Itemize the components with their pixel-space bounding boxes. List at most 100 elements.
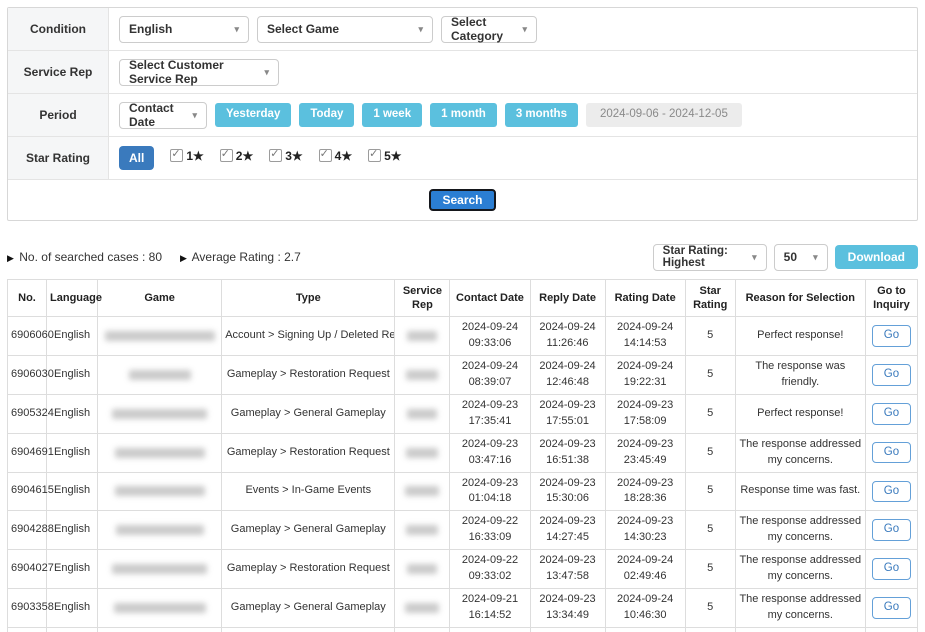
cell-game — [98, 433, 222, 472]
cell-contact-date: 2024-09-2408:39:07 — [450, 355, 530, 394]
one-month-button[interactable]: 1 month — [430, 103, 497, 127]
cell-go-to-inquiry: Go — [865, 550, 917, 589]
cell-rating-date: 2024-09-2317:58:09 — [605, 394, 685, 433]
chevron-down-icon: ▾ — [752, 252, 757, 263]
cell-contact-date: 2024-09-2209:33:02 — [450, 550, 530, 589]
checkbox-checked-icon — [368, 149, 381, 162]
one-week-button[interactable]: 1 week — [362, 103, 422, 127]
cell-rating-date: 2024-09-2402:49:46 — [605, 550, 685, 589]
chevron-down-icon: ▾ — [234, 24, 239, 35]
star-checkbox-option[interactable]: 5★ — [368, 149, 401, 163]
cell-no: 6904288 — [8, 511, 47, 550]
cell-type: Gameplay > General Gameplay — [222, 589, 395, 628]
redacted-blur — [115, 486, 205, 496]
service-rep-content: Select Customer Service Rep ▾ — [109, 51, 917, 93]
service-rep-select[interactable]: Select Customer Service Rep ▾ — [119, 59, 279, 86]
three-months-button[interactable]: 3 months — [505, 103, 578, 127]
cell-reason: Response time was fast. — [735, 472, 865, 511]
table-row: 6904615EnglishEvents > In-Game Events202… — [8, 472, 918, 511]
category-select[interactable]: Select Category ▾ — [441, 16, 537, 43]
cell-service-rep — [395, 550, 450, 589]
header-reply-date: Reply Date — [530, 280, 605, 317]
cell-language: English — [47, 355, 98, 394]
game-select[interactable]: Select Game ▾ — [257, 16, 433, 43]
star-checkbox-group: 1★ 2★ 3★ 4★ 5★ — [170, 149, 417, 168]
cell-empty — [865, 628, 917, 632]
cell-type: Gameplay > Restoration Request — [222, 355, 395, 394]
service-rep-select-value: Select Customer Service Rep — [129, 58, 259, 86]
go-button[interactable]: Go — [872, 597, 911, 619]
go-button[interactable]: Go — [872, 519, 911, 541]
chevron-down-icon: ▾ — [813, 252, 818, 263]
checkbox-checked-icon — [319, 149, 332, 162]
page-size-select[interactable]: 50 ▾ — [774, 244, 828, 271]
star-checkbox-option[interactable]: 1★ — [170, 149, 203, 163]
cell-rating-date: 2024-09-2410:46:30 — [605, 589, 685, 628]
go-button[interactable]: Go — [872, 364, 911, 386]
table-row: 6904691EnglishGameplay > Restoration Req… — [8, 433, 918, 472]
results-summary: ▶ No. of searched cases : 80 ▶ Average R… — [7, 250, 301, 264]
today-button[interactable]: Today — [299, 103, 354, 127]
header-game: Game — [98, 280, 222, 317]
language-select[interactable]: English ▾ — [119, 16, 249, 43]
go-button[interactable]: Go — [872, 325, 911, 347]
go-button[interactable]: Go — [872, 442, 911, 464]
go-button[interactable]: Go — [872, 558, 911, 580]
table-row: 6903358EnglishGameplay > General Gamepla… — [8, 589, 918, 628]
cell-go-to-inquiry: Go — [865, 394, 917, 433]
chevron-down-icon: ▾ — [192, 110, 197, 121]
star-rating-label: Star Rating — [8, 137, 109, 179]
cell-no: 6904027 — [8, 550, 47, 589]
checkbox-checked-icon — [220, 149, 233, 162]
header-go-to-inquiry: Go to Inquiry — [865, 280, 917, 317]
cell-empty — [47, 628, 98, 632]
search-row: Search — [8, 180, 917, 220]
average-rating-text: ▶ Average Rating : 2.7 — [180, 250, 301, 264]
redacted-blur — [406, 370, 438, 380]
header-contact-date: Contact Date — [450, 280, 530, 317]
condition-label: Condition — [8, 8, 109, 50]
service-rep-label: Service Rep — [8, 51, 109, 93]
cell-go-to-inquiry: Go — [865, 355, 917, 394]
redacted-blur — [405, 486, 439, 496]
sort-select[interactable]: Star Rating: Highest ▾ — [653, 244, 767, 271]
go-button[interactable]: Go — [872, 481, 911, 503]
star-all-button[interactable]: All — [119, 146, 154, 170]
cell-reply-date: 2024-09-2313:47:58 — [530, 550, 605, 589]
date-type-select-value: Contact Date — [129, 101, 184, 129]
star-checkbox-option[interactable]: 3★ — [269, 149, 302, 163]
redacted-blur — [115, 448, 205, 458]
yesterday-button[interactable]: Yesterday — [215, 103, 291, 127]
cell-reply-date: 2024-09-2315:30:06 — [530, 472, 605, 511]
header-no: No. — [8, 280, 47, 317]
cell-empty — [8, 628, 47, 632]
cell-rating-date: 2024-09-2314:30:23 — [605, 511, 685, 550]
date-type-select[interactable]: Contact Date ▾ — [119, 102, 207, 129]
cell-language: English — [47, 550, 98, 589]
cell-rating-date: 2024-09-2414:14:53 — [605, 317, 685, 356]
cell-contact-date: 2024-09-2303:47:16 — [450, 433, 530, 472]
go-button[interactable]: Go — [872, 403, 911, 425]
cell-go-to-inquiry: Go — [865, 472, 917, 511]
cell-reply-date: 2024-09-2313:34:49 — [530, 589, 605, 628]
cell-type: Gameplay > General Gameplay — [222, 511, 395, 550]
redacted-blur — [407, 564, 437, 574]
search-button[interactable]: Search — [429, 189, 495, 211]
redacted-blur — [407, 409, 437, 419]
star-checkbox-option[interactable]: 2★ — [220, 149, 253, 163]
date-range-field[interactable]: 2024-09-06 - 2024-12-05 — [586, 103, 742, 127]
cell-empty — [530, 628, 605, 632]
redacted-blur — [112, 564, 207, 574]
cell-no: 6906060 — [8, 317, 47, 356]
redacted-blur — [116, 525, 204, 535]
searched-cases-text: ▶ No. of searched cases : 80 — [7, 250, 162, 264]
cell-reason: The response was friendly. — [735, 355, 865, 394]
cell-reply-date: 2024-09-2412:46:48 — [530, 355, 605, 394]
cell-reason: Perfect response! — [735, 317, 865, 356]
star-checkbox-option[interactable]: 4★ — [319, 149, 352, 163]
cell-empty — [222, 628, 395, 632]
download-button[interactable]: Download — [835, 245, 918, 269]
cell-type: Account > Signing Up / Deleted Related — [222, 317, 395, 356]
cell-star-rating: 5 — [685, 550, 735, 589]
cell-service-rep — [395, 433, 450, 472]
